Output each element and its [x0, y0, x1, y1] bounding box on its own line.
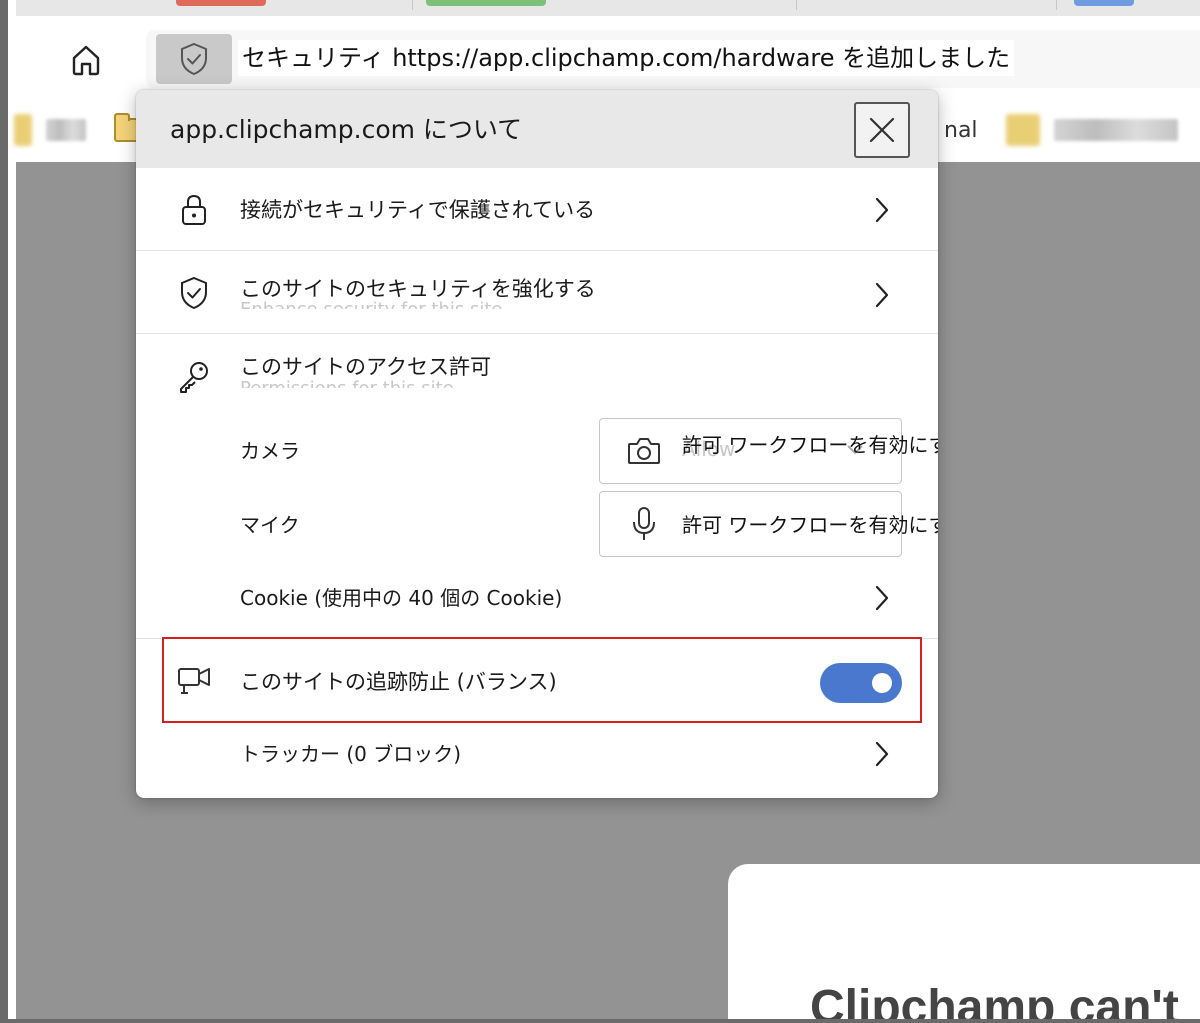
shield-check-icon: [176, 275, 212, 311]
folder-icon: [14, 114, 32, 146]
connection-row[interactable]: 接続がセキュリティで保護されている: [136, 168, 938, 250]
tab-separator: [1056, 0, 1057, 10]
chevron-right-icon: [870, 195, 894, 225]
address-bar[interactable]: セキュリティ https://app.clipchamp.com/hardwar…: [146, 30, 1200, 88]
home-icon: [72, 45, 100, 76]
site-info-popup: app.clipchamp.com について 接続がセキュリティで保護されている: [136, 90, 938, 798]
lock-icon: [176, 192, 212, 228]
connection-label: 接続がセキュリティで保護されている: [240, 198, 596, 222]
tab-indicator: [176, 0, 266, 6]
permissions-header: このサイトのアクセス許可: [240, 355, 491, 379]
toggle-knob: [872, 673, 892, 693]
trackers-row[interactable]: トラッカー (0 ブロック): [136, 723, 938, 789]
popup-header: app.clipchamp.com について: [136, 90, 938, 168]
favorite-item[interactable]: [1006, 112, 1178, 148]
cookie-row[interactable]: Cookie (使用中の 40 個の Cookie): [136, 568, 938, 628]
favorite-label: nal: [944, 117, 978, 143]
favorite-item[interactable]: nal: [944, 112, 978, 148]
chevron-right-icon: [870, 280, 894, 310]
cookie-label: Cookie (使用中の 40 個の Cookie): [240, 586, 563, 610]
trackers-label: トラッカー (0 ブロック): [240, 742, 462, 766]
permissions-section-header: Permissions for this site このサイトのアクセス許可: [136, 334, 938, 404]
camera-permission-value: 許可 ワークフローを有効にするオプション。: [682, 433, 938, 457]
home-button[interactable]: [66, 40, 106, 80]
chevron-right-icon: [870, 583, 894, 613]
key-icon: [176, 358, 212, 394]
tab-indicator: [1074, 0, 1134, 6]
clipchamp-card: Clipchamp can't: [728, 864, 1200, 1019]
site-info-button[interactable]: [156, 34, 232, 84]
enhance-security-row[interactable]: Enhance security for this site このサイトのセキュ…: [136, 251, 938, 333]
tab-separator: [796, 0, 797, 10]
blurred-label: [46, 119, 86, 141]
address-text: セキュリティ https://app.clipchamp.com/hardwar…: [238, 40, 1015, 76]
mic-permission-value: 許可 ワークフローを有効にするオプション。: [682, 513, 938, 537]
tracking-toggle[interactable]: [820, 663, 902, 703]
card-title: Clipchamp can't: [810, 981, 1179, 1019]
chevron-right-icon: [870, 739, 894, 769]
blurred-label: [1054, 119, 1178, 141]
camera-icon: [624, 433, 664, 469]
tab-indicator: [426, 0, 546, 6]
shield-check-icon: [181, 42, 207, 76]
microphone-icon: [624, 506, 664, 542]
camera-label: カメラ: [240, 439, 300, 463]
tab-separator: [412, 0, 413, 10]
mic-label: マイク: [240, 513, 300, 537]
popup-title: app.clipchamp.com について: [170, 115, 523, 144]
highlight-box: [162, 637, 922, 723]
favorite-item[interactable]: [14, 112, 86, 148]
tab-strip: [16, 0, 1200, 16]
enhance-security-label: このサイトのセキュリティを強化する: [240, 277, 596, 301]
close-icon: [869, 117, 895, 143]
folder-icon: [1006, 114, 1040, 146]
close-button[interactable]: [854, 102, 910, 158]
